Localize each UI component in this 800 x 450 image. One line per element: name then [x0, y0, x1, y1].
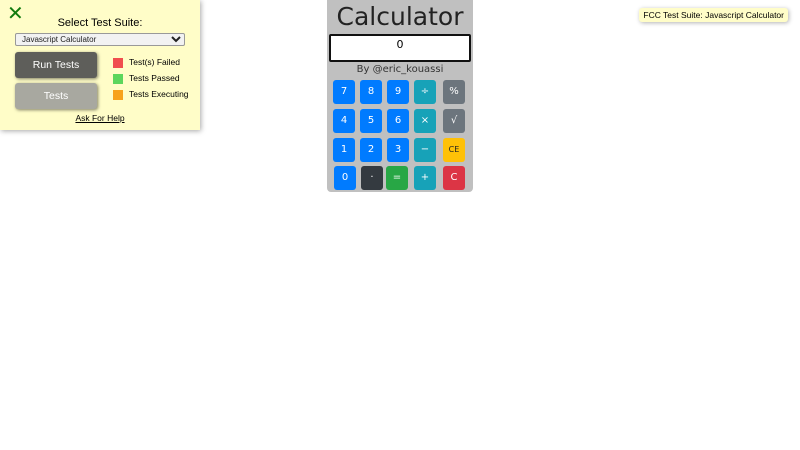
executing-swatch	[113, 89, 123, 100]
key-five[interactable]: 5	[360, 109, 382, 133]
legend-passed-label: Tests Passed	[129, 73, 180, 83]
legend-failed: Test(s) Failed	[113, 56, 180, 68]
failed-swatch	[113, 57, 123, 68]
tests-button[interactable]: Tests	[15, 83, 97, 109]
fcc-test-panel: ✕ Select Test Suite: Javascript Calculat…	[0, 0, 200, 130]
key-divide[interactable]: ÷	[414, 80, 436, 104]
legend-executing: Tests Executing	[113, 88, 189, 100]
panel-title: Select Test Suite:	[57, 17, 143, 29]
key-subtract[interactable]: −	[414, 138, 436, 162]
key-equals[interactable]: =	[386, 166, 408, 190]
calculator-display: 0	[329, 34, 471, 62]
passed-swatch	[113, 73, 123, 84]
legend-executing-label: Tests Executing	[129, 89, 189, 99]
key-sqrt[interactable]: √	[443, 109, 465, 133]
calculator: Calculator 0 By @eric_kouassi 7 8 9 ÷ % …	[327, 0, 473, 192]
key-eight[interactable]: 8	[360, 80, 382, 104]
suite-badge[interactable]: FCC Test Suite: Javascript Calculator	[639, 8, 788, 22]
key-percent[interactable]: %	[443, 80, 465, 104]
key-nine[interactable]: 9	[387, 80, 409, 104]
key-add[interactable]: +	[414, 166, 436, 190]
key-two[interactable]: 2	[360, 138, 382, 162]
key-six[interactable]: 6	[387, 109, 409, 133]
ask-for-help-link[interactable]: Ask For Help	[0, 113, 200, 123]
key-three[interactable]: 3	[387, 138, 409, 162]
key-seven[interactable]: 7	[333, 80, 355, 104]
legend-passed: Tests Passed	[113, 72, 180, 84]
key-multiply[interactable]: ×	[414, 109, 436, 133]
key-four[interactable]: 4	[333, 109, 355, 133]
calculator-title: Calculator	[336, 2, 464, 31]
run-tests-button[interactable]: Run Tests	[15, 52, 97, 78]
key-clear[interactable]: C	[443, 166, 465, 190]
key-clear-entry[interactable]: CE	[443, 138, 465, 162]
key-zero[interactable]: 0	[334, 166, 356, 190]
key-one[interactable]: 1	[333, 138, 355, 162]
author-credit: By @eric_kouassi	[356, 64, 444, 75]
key-decimal[interactable]: ·	[361, 166, 383, 190]
test-suite-select[interactable]: Javascript Calculator	[15, 33, 185, 46]
legend-failed-label: Test(s) Failed	[129, 57, 181, 67]
